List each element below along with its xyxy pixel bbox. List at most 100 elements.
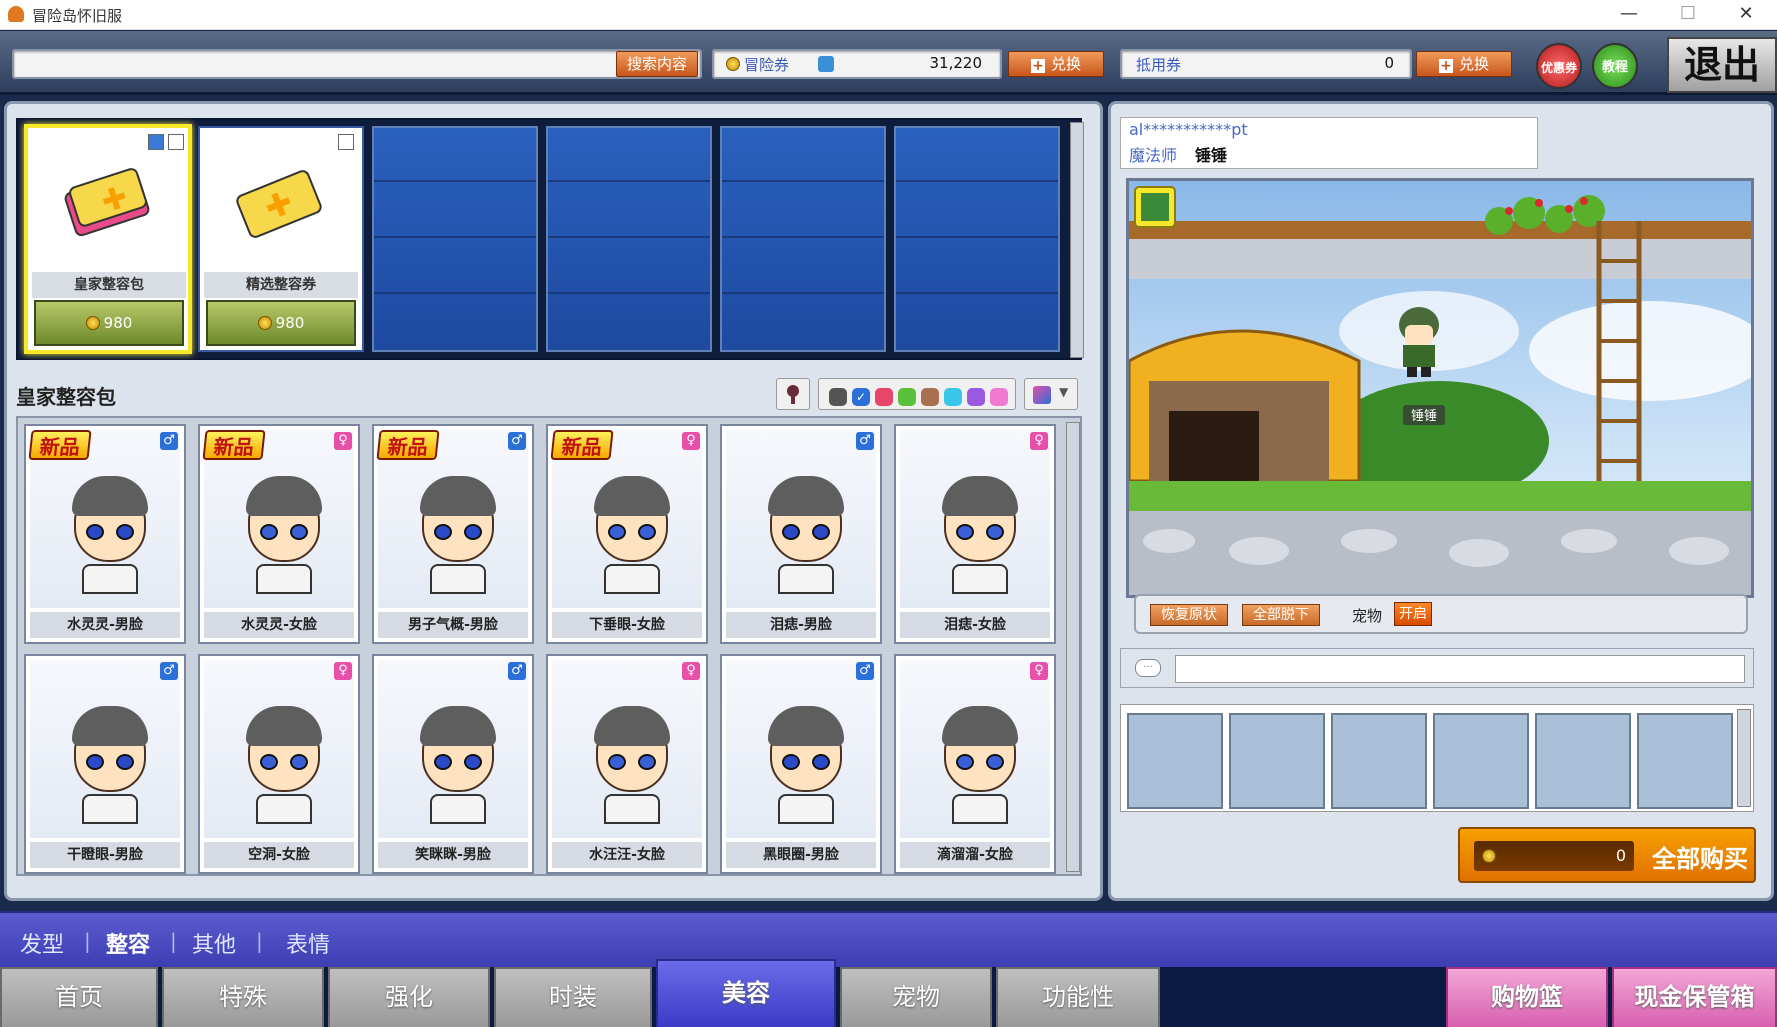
undress-all-button[interactable]: 全部脱下 bbox=[1242, 604, 1320, 626]
gender-filter-dropdown[interactable]: ▼ bbox=[1024, 378, 1078, 410]
price-value: 980 bbox=[103, 314, 133, 332]
preview-controls: 恢复原状 全部脱下 宠物 开启 bbox=[1134, 594, 1748, 634]
new-badge: 新品 bbox=[202, 430, 266, 460]
character-preview-scene: 锤锤 bbox=[1126, 178, 1754, 598]
face-card[interactable]: ♂ 笑眯眯-男脸 bbox=[372, 654, 534, 874]
color-filter: ✓ bbox=[818, 378, 1016, 410]
cart-slot[interactable] bbox=[1433, 713, 1529, 809]
chat-input[interactable] bbox=[1175, 655, 1745, 683]
refresh-icon[interactable] bbox=[818, 56, 834, 72]
cart-slot[interactable] bbox=[1535, 713, 1631, 809]
featured-scrollbar[interactable] bbox=[1070, 122, 1084, 358]
select-checkbox[interactable] bbox=[168, 134, 184, 150]
cart-slot[interactable] bbox=[1331, 713, 1427, 809]
item-name: 皇家整容包 bbox=[32, 272, 186, 298]
tab-function[interactable]: 功能性 bbox=[996, 967, 1160, 1027]
item-price-button[interactable]: 980 bbox=[34, 300, 184, 346]
cart-scrollbar[interactable] bbox=[1737, 709, 1751, 807]
face-card[interactable]: ♂ 干瞪眼-男脸 bbox=[24, 654, 186, 874]
minimize-button[interactable]: — bbox=[1601, 0, 1657, 30]
character-face-icon bbox=[586, 706, 678, 824]
separator: | bbox=[84, 929, 91, 953]
featured-item-selected-face-coupon[interactable]: ✚ 精选整容券 980 bbox=[198, 126, 364, 352]
face-label: 水灵灵-男脸 bbox=[30, 612, 180, 638]
search-button[interactable]: 搜索内容 bbox=[616, 51, 698, 77]
face-card[interactable]: ♂ 泪痣-男脸 bbox=[720, 424, 882, 644]
tab-enhance[interactable]: 强化 bbox=[328, 967, 490, 1027]
subnav-other[interactable]: 其他 bbox=[192, 927, 236, 959]
tab-special[interactable]: 特殊 bbox=[162, 967, 324, 1027]
tab-cash-storage[interactable]: 现金保管箱 bbox=[1612, 967, 1777, 1027]
maple-coupon-value: 31,220 bbox=[929, 54, 983, 72]
color-filter-swatch[interactable]: ✓ bbox=[852, 388, 870, 406]
search-input[interactable] bbox=[12, 49, 702, 79]
face-label: 滴溜溜-女脸 bbox=[900, 842, 1050, 868]
male-icon: ♂ bbox=[856, 432, 874, 450]
face-preview bbox=[900, 430, 1050, 608]
face-label: 笑眯眯-男脸 bbox=[378, 842, 528, 868]
face-grid-scrollbar[interactable] bbox=[1066, 422, 1080, 872]
chevron-down-icon: ▼ bbox=[1059, 385, 1069, 399]
plus-icon: + bbox=[1438, 58, 1453, 74]
exchange-coupon-button[interactable]: + 兑换 bbox=[1008, 51, 1104, 77]
character-face-icon bbox=[760, 706, 852, 824]
empty-slot bbox=[546, 126, 712, 352]
exit-button[interactable]: 退出 bbox=[1667, 37, 1777, 93]
subnav-hairstyle[interactable]: 发型 bbox=[20, 927, 64, 959]
female-icon: ♀ bbox=[682, 432, 700, 450]
color-filter-swatch[interactable] bbox=[875, 388, 893, 406]
face-card[interactable]: ♀ 空洞-女脸 bbox=[198, 654, 360, 874]
pet-toggle[interactable]: 开启 bbox=[1394, 602, 1432, 626]
cart-slot[interactable] bbox=[1127, 713, 1223, 809]
point-coupon-box: 抵用券 0 bbox=[1120, 49, 1412, 79]
face-card[interactable]: 新品 ♂ 水灵灵-男脸 bbox=[24, 424, 186, 644]
male-icon: ♂ bbox=[160, 662, 178, 680]
tab-pet[interactable]: 宠物 bbox=[840, 967, 992, 1027]
royal-face-coupon-icon: ✚ bbox=[64, 168, 150, 237]
subnav-expression[interactable]: 表情 bbox=[286, 927, 330, 959]
cart-total: 0 bbox=[1615, 846, 1626, 865]
tutorial-button[interactable]: 教程 bbox=[1592, 43, 1638, 89]
buy-all-button[interactable]: 全部购买 bbox=[1652, 839, 1748, 874]
tab-cart[interactable]: 购物篮 bbox=[1446, 967, 1608, 1027]
coin-icon bbox=[726, 57, 740, 71]
maximize-button[interactable]: ☐ bbox=[1660, 0, 1716, 30]
app-icon bbox=[8, 6, 24, 22]
buy-all-panel: 0 全部购买 bbox=[1458, 827, 1756, 883]
face-card[interactable]: ♂ 黑眼圈-男脸 bbox=[720, 654, 882, 874]
color-filter-swatch[interactable] bbox=[990, 388, 1008, 406]
top-bar: 搜索内容 冒险券 31,220 + 兑换 抵用券 0 + 兑换 优惠券 教程 退出 bbox=[0, 31, 1777, 95]
tab-beauty[interactable]: 美容 bbox=[656, 959, 836, 1027]
color-filter-swatch[interactable] bbox=[944, 388, 962, 406]
tab-fashion[interactable]: 时装 bbox=[494, 967, 652, 1027]
color-filter-swatch[interactable] bbox=[829, 388, 847, 406]
character-filter-button[interactable] bbox=[776, 378, 810, 410]
color-filter-swatch[interactable] bbox=[967, 388, 985, 406]
face-card[interactable]: 新品 ♀ 下垂眼-女脸 bbox=[546, 424, 708, 644]
character-face-icon bbox=[586, 476, 678, 594]
cart-slot[interactable] bbox=[1229, 713, 1325, 809]
subnav-face[interactable]: 整容 bbox=[106, 927, 150, 959]
new-badge: 新品 bbox=[28, 430, 92, 460]
face-card[interactable]: 新品 ♂ 男子气概-男脸 bbox=[372, 424, 534, 644]
face-card[interactable]: ♀ 泪痣-女脸 bbox=[894, 424, 1056, 644]
featured-item-royal-face-pack[interactable]: ✚ 皇家整容包 980 bbox=[24, 124, 192, 354]
close-button[interactable]: ✕ bbox=[1718, 0, 1774, 30]
cart-slot[interactable] bbox=[1637, 713, 1733, 809]
color-filter-swatch[interactable] bbox=[921, 388, 939, 406]
face-card[interactable]: 新品 ♀ 水灵灵-女脸 bbox=[198, 424, 360, 644]
select-checkbox[interactable] bbox=[338, 134, 354, 150]
window-title: 冒险岛怀旧服 bbox=[32, 7, 123, 25]
color-filter-swatch[interactable] bbox=[898, 388, 916, 406]
face-card[interactable]: ♀ 水汪汪-女脸 bbox=[546, 654, 708, 874]
restore-button[interactable]: 恢复原状 bbox=[1150, 604, 1228, 626]
tab-home[interactable]: 首页 bbox=[0, 967, 158, 1027]
exchange-point-button[interactable]: + 兑换 bbox=[1416, 51, 1512, 77]
empty-slot bbox=[372, 126, 538, 352]
face-card[interactable]: ♀ 滴溜溜-女脸 bbox=[894, 654, 1056, 874]
item-price-button[interactable]: 980 bbox=[206, 300, 356, 346]
discount-button[interactable]: 优惠券 bbox=[1536, 43, 1582, 89]
chat-bar: ··· bbox=[1120, 648, 1754, 688]
wishlist-icon[interactable] bbox=[148, 134, 164, 150]
male-icon: ♂ bbox=[160, 432, 178, 450]
